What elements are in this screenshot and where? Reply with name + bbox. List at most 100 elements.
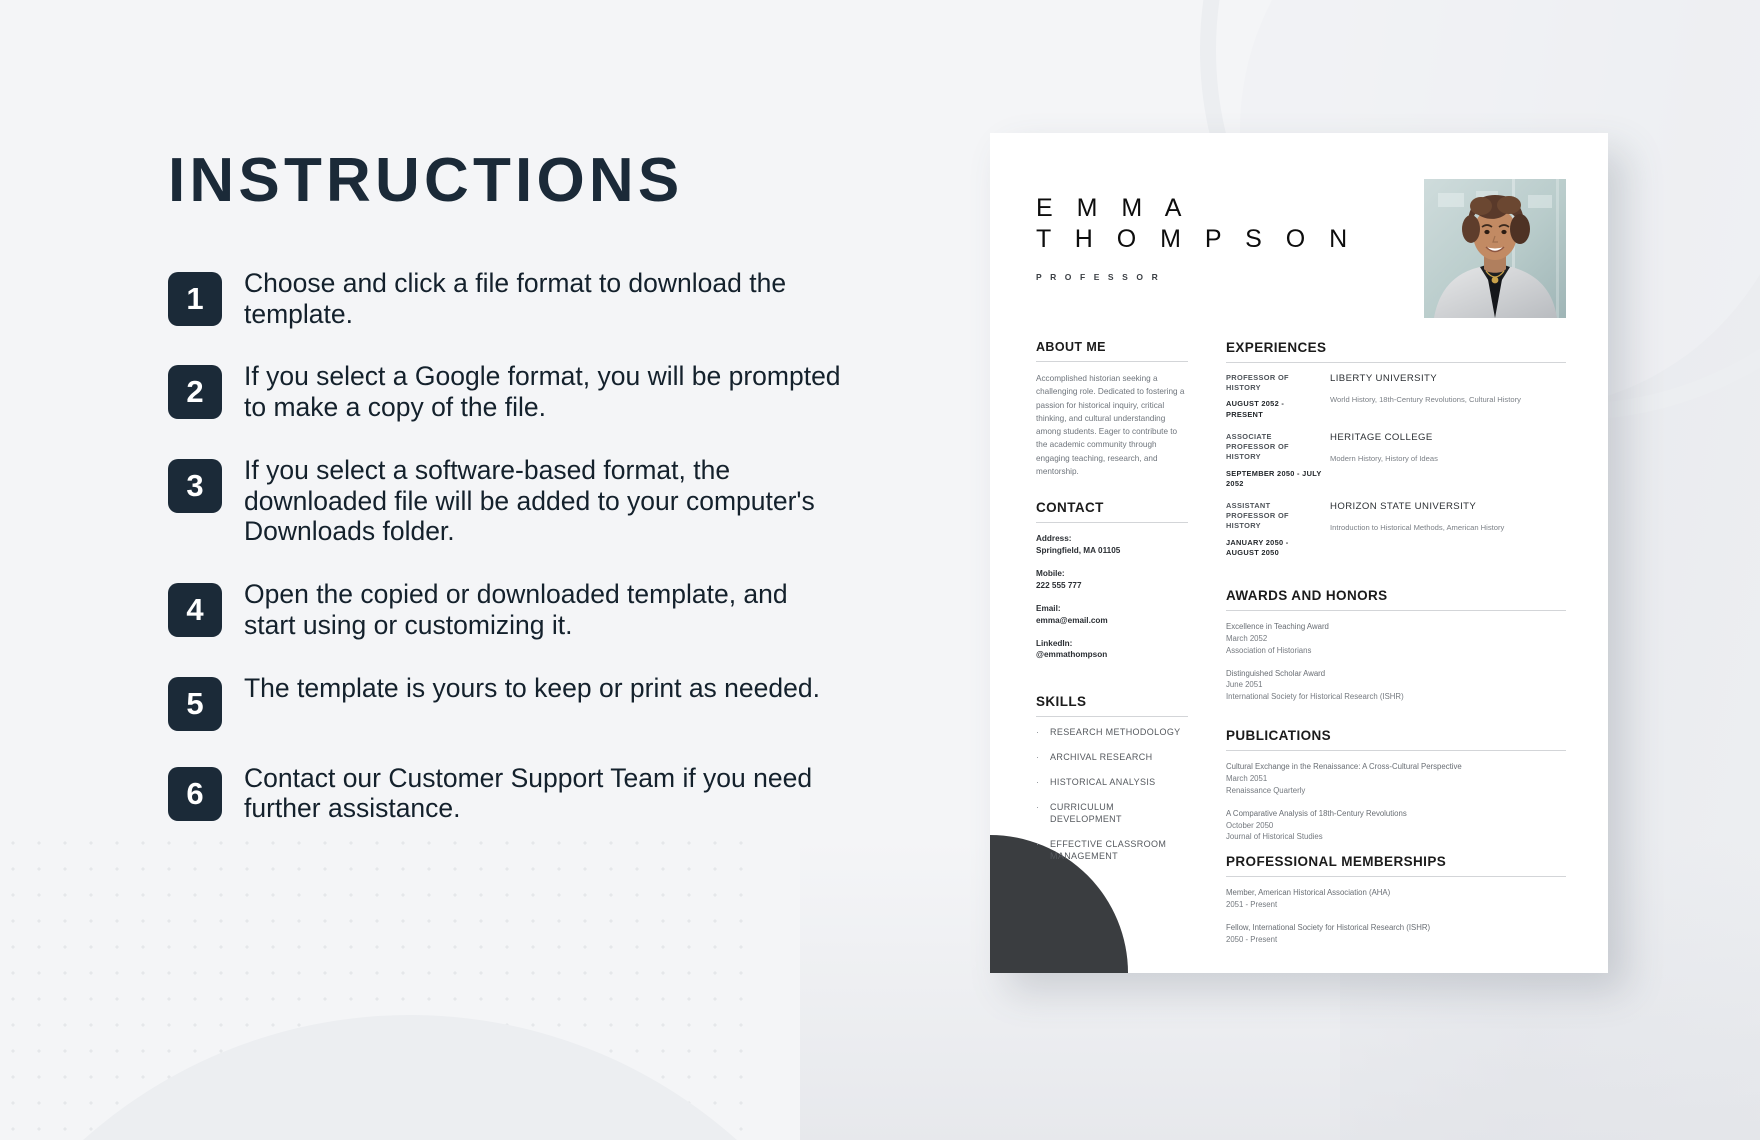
about-me-text: Accomplished historian seeking a challen… [1036, 374, 1185, 476]
experience-date: AUGUST 2052 - PRESENT [1226, 399, 1285, 419]
membership-period: 2051 - Present [1226, 900, 1278, 910]
contact-value-linkedin: @emmathompson [1036, 650, 1108, 660]
instruction-step-1: 1 Choose and click a file format to down… [168, 268, 848, 329]
membership-title: Member, American Historical Association … [1226, 888, 1391, 898]
instruction-step-4: 4 Open the copied or downloaded template… [168, 579, 848, 640]
step-text-2: If you select a Google format, you will … [244, 361, 841, 423]
resume-first-name: E M M A [1036, 194, 1190, 222]
resume-header: E M M A T H O M P S O N P R O F E S S O … [1036, 177, 1566, 318]
experience-role: PROFESSOR OF HISTORY [1226, 373, 1289, 393]
memberships-heading: PROFESSIONAL MEMBERSHIPS [1226, 854, 1447, 870]
step-number-badge-5: 5 [168, 676, 222, 731]
headshot-photo-icon [1424, 179, 1566, 318]
experience-role: ASSISTANT PROFESSOR OF HISTORY [1226, 500, 1289, 531]
skill-label: RESEARCH METHODOLOGY [1050, 727, 1181, 738]
awards-divider [1226, 610, 1566, 612]
skills-section: SKILLS · RESEARCH METHODOLOGY · ARCHIVAL… [1036, 694, 1188, 862]
award-date: June 2051 [1226, 680, 1263, 690]
contact-section: CONTACT Address: Springfield, MA 01105 M… [1036, 500, 1188, 661]
bullet-icon: · [1036, 802, 1040, 812]
resume-right-column: EXPERIENCES PROFESSOR OF HISTORY AUGUST … [1204, 340, 1566, 973]
contact-label-linkedin: LinkedIn: [1036, 638, 1073, 648]
contact-item-address: Address: Springfield, MA 01105 [1036, 533, 1188, 557]
step-number-badge-6: 6 [168, 766, 222, 821]
publication-item: Cultural Exchange in the Renaissance: A … [1226, 761, 1566, 797]
step-text-6: Contact our Customer Support Team if you… [244, 762, 813, 824]
step-text-3: If you select a software-based format, t… [244, 454, 815, 547]
step-number-badge-4: 4 [168, 583, 222, 638]
awards-section: AWARDS AND HONORS Excellence in Teaching… [1226, 588, 1566, 703]
resume-name-block: E M M A T H O M P S O N P R O F E S S O … [1036, 177, 1356, 282]
contact-label-email: Email: [1036, 603, 1061, 613]
memberships-divider [1226, 876, 1566, 878]
contact-divider [1036, 522, 1188, 524]
experience-date: SEPTEMBER 2050 - JULY 2052 [1226, 468, 1322, 488]
experiences-section: EXPERIENCES PROFESSOR OF HISTORY AUGUST … [1226, 340, 1566, 558]
step-text-1: Choose and click a file format to downlo… [244, 268, 787, 329]
experiences-heading: EXPERIENCES [1226, 340, 1327, 355]
contact-value-address: Springfield, MA 01105 [1036, 546, 1121, 556]
membership-period: 2050 - Present [1226, 934, 1278, 944]
contact-label-address: Address: [1036, 534, 1072, 544]
step-number-badge-2: 2 [168, 365, 222, 420]
contact-value-email: emma@email.com [1036, 615, 1108, 625]
bullet-icon: · [1036, 838, 1040, 849]
award-item: Distinguished Scholar Award June 2051 In… [1226, 668, 1566, 704]
step-number-badge-1: 1 [168, 272, 222, 326]
instruction-step-6: 6 Contact our Customer Support Team if y… [168, 763, 848, 824]
experience-organization: HORIZON STATE UNIVERSITY [1330, 500, 1477, 512]
publications-section: PUBLICATIONS Cultural Exchange in the Re… [1226, 728, 1566, 843]
step-text-5: The template is yours to keep or print a… [244, 672, 820, 703]
experience-organization: LIBERTY UNIVERSITY [1330, 373, 1438, 384]
publication-journal: Renaissance Quarterly [1226, 785, 1306, 795]
awards-heading: AWARDS AND HONORS [1226, 588, 1388, 604]
resume-job-title: P R O F E S S O R [1036, 272, 1161, 282]
step-text-4: Open the copied or downloaded template, … [244, 579, 788, 640]
about-me-section: ABOUT ME Accomplished historian seeking … [1036, 340, 1188, 478]
instructions-panel: INSTRUCTIONS 1 Choose and click a file f… [168, 150, 848, 856]
award-date: March 2052 [1226, 633, 1268, 643]
skill-label: HISTORICAL ANALYSIS [1050, 777, 1156, 788]
experience-organization: HERITAGE COLLEGE [1330, 431, 1433, 443]
experience-item: ASSISTANT PROFESSOR OF HISTORY JANUARY 2… [1226, 501, 1566, 558]
instruction-step-3: 3 If you select a software-based format,… [168, 455, 848, 547]
award-issuer: Association of Historians [1226, 645, 1312, 655]
experience-role: ASSOCIATE PROFESSOR OF HISTORY [1226, 431, 1289, 462]
skill-label: CURRICULUM DEVELOPMENT [1050, 802, 1122, 824]
membership-item: Fellow, International Society for Histor… [1226, 922, 1566, 946]
skill-list-item: · ARCHIVAL RESEARCH [1036, 752, 1188, 764]
bullet-icon: · [1036, 777, 1040, 788]
skill-list-item: · HISTORICAL ANALYSIS [1036, 777, 1188, 789]
skill-list-item: · EFFECTIVE CLASSROOM MANAGEMENT [1036, 839, 1188, 863]
skills-divider [1036, 716, 1188, 718]
publication-journal: Journal of Historical Studies [1226, 832, 1323, 842]
membership-item: Member, American Historical Association … [1226, 887, 1566, 911]
award-title: Distinguished Scholar Award [1226, 668, 1326, 678]
publication-date: March 2051 [1226, 773, 1268, 783]
instruction-step-2: 2 If you select a Google format, you wil… [168, 361, 848, 422]
resume-columns: ABOUT ME Accomplished historian seeking … [1036, 340, 1566, 973]
publications-divider [1226, 750, 1566, 752]
about-me-heading: ABOUT ME [1036, 340, 1106, 354]
skill-list-item: · RESEARCH METHODOLOGY [1036, 727, 1188, 739]
award-item: Excellence in Teaching Award March 2052 … [1226, 621, 1566, 657]
award-title: Excellence in Teaching Award [1226, 622, 1329, 632]
experience-item: PROFESSOR OF HISTORY AUGUST 2052 - PRESE… [1226, 373, 1566, 420]
experience-description: Modern History, History of Ideas [1330, 454, 1438, 464]
resume-document-preview[interactable]: E M M A T H O M P S O N P R O F E S S O … [990, 133, 1608, 973]
contact-value-mobile: 222 555 777 [1036, 580, 1082, 590]
skill-list-item: · CURRICULUM DEVELOPMENT [1036, 802, 1188, 826]
experience-description: Introduction to Historical Methods, Amer… [1330, 523, 1505, 533]
avatar [1424, 179, 1566, 318]
publication-title: Cultural Exchange in the Renaissance: A … [1226, 762, 1462, 772]
publication-date: October 2050 [1226, 820, 1274, 830]
skill-label: ARCHIVAL RESEARCH [1050, 752, 1153, 763]
membership-title: Fellow, International Society for Histor… [1226, 922, 1431, 932]
page-title: INSTRUCTIONS [168, 146, 684, 215]
resume-last-name: T H O M P S O N [1036, 224, 1356, 253]
publications-heading: PUBLICATIONS [1226, 728, 1332, 744]
contact-heading: CONTACT [1036, 500, 1104, 516]
bullet-icon: · [1036, 752, 1040, 763]
skills-heading: SKILLS [1036, 694, 1087, 710]
contact-item-linkedin: LinkedIn: @emmathompson [1036, 638, 1188, 662]
